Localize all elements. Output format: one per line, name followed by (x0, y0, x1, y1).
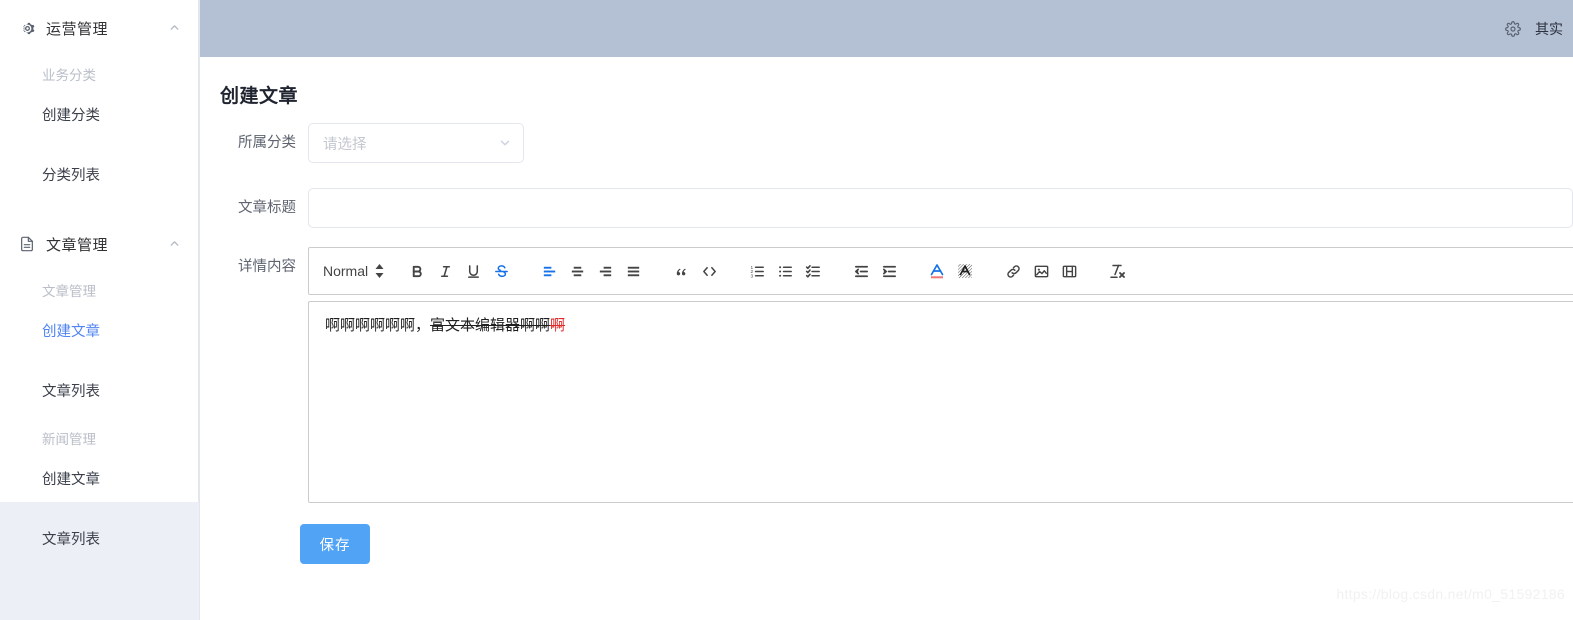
watermark-text: https://blog.csdn.net/m0_51592186 (1336, 586, 1565, 602)
content-label: 详情内容 (238, 259, 296, 275)
italic-icon[interactable] (432, 258, 458, 284)
category-label: 所属分类 (238, 135, 296, 151)
category-select-placeholder: 请选择 (323, 136, 367, 153)
sidebar-group-label: 文章管理 (46, 236, 109, 254)
text-color-icon[interactable] (924, 258, 950, 284)
editor-text-strikethrough: 富文本编辑器啊啊 (430, 317, 551, 334)
bold-icon[interactable] (404, 258, 430, 284)
underline-icon[interactable] (460, 258, 486, 284)
image-icon[interactable] (1028, 258, 1054, 284)
indent-icon[interactable] (876, 258, 902, 284)
document-icon (18, 235, 36, 253)
gear-icon[interactable] (1505, 20, 1521, 37)
category-select[interactable]: 请选择 (308, 123, 524, 163)
sidebar-item-create-category[interactable]: 创建分类 (0, 96, 198, 136)
align-right-icon[interactable] (592, 258, 618, 284)
bullet-list-icon[interactable] (772, 258, 798, 284)
editor-body[interactable]: 啊啊啊啊啊啊，富文本编辑器啊啊啊 (308, 301, 1573, 503)
sidebar-group-label: 运营管理 (46, 20, 109, 38)
sidebar-item-create-article[interactable]: 创建文章 (0, 312, 198, 352)
sort-arrows-icon (374, 263, 385, 279)
align-center-icon[interactable] (564, 258, 590, 284)
editor-text-red: 啊 (550, 317, 566, 334)
blockquote-icon[interactable] (668, 258, 694, 284)
align-left-icon[interactable] (536, 258, 562, 284)
sidebar-subtitle-article-management: 文章管理 (42, 284, 96, 299)
form-row-title: 文章标题 (220, 188, 1573, 228)
outdent-icon[interactable] (848, 258, 874, 284)
user-name-label[interactable]: 其实 (1535, 19, 1563, 39)
ordered-list-icon[interactable]: 1 2 3 (744, 258, 770, 284)
editor-text-plain: 啊啊啊啊啊啊， (325, 317, 431, 334)
header-right-area: 其实 (1505, 19, 1567, 39)
gear-icon (18, 19, 36, 37)
align-justify-icon[interactable] (620, 258, 646, 284)
clear-format-icon[interactable] (1104, 258, 1130, 284)
sidebar-group-articles[interactable]: 文章管理 (0, 216, 198, 272)
editor-paragraph: 啊啊啊啊啊啊，富文本编辑器啊啊啊 (325, 314, 1571, 337)
code-block-icon[interactable] (696, 258, 722, 284)
sidebar-item-article-list[interactable]: 文章列表 (0, 372, 198, 412)
editor-toolbar: Normal 1 2 3 (308, 247, 1573, 295)
form-row-content: 详情内容 Normal 1 2 3 啊啊啊啊啊啊，富文本编辑器啊啊啊 (220, 247, 1573, 503)
sidebar-item-create-news-article[interactable]: 创建文章 (0, 460, 198, 500)
check-list-icon[interactable] (800, 258, 826, 284)
svg-text:3: 3 (750, 273, 753, 279)
strike-icon[interactable] (488, 258, 514, 284)
title-input[interactable] (308, 188, 1573, 228)
link-icon[interactable] (1000, 258, 1026, 284)
format-dropdown-label: Normal (323, 263, 369, 279)
sidebar-group-operations[interactable]: 运营管理 (0, 0, 198, 56)
chevron-down-icon (498, 136, 512, 150)
sidebar-item-category-list[interactable]: 分类列表 (0, 156, 198, 196)
chevron-up-icon[interactable] (168, 237, 182, 251)
background-color-icon[interactable] (952, 258, 978, 284)
rich-text-editor: Normal 1 2 3 啊啊啊啊啊啊，富文本编辑器啊啊啊 (308, 247, 1573, 503)
chevron-up-icon[interactable] (168, 21, 182, 35)
header-bar: 其实 (200, 0, 1573, 57)
sidebar: 运营管理 业务分类 创建分类 分类列表 文章管理 文章管理 创建文章 文章列表 … (0, 0, 200, 620)
form-row-category: 所属分类 请选择 (220, 123, 524, 163)
sidebar-panel: 运营管理 业务分类 创建分类 分类列表 文章管理 文章管理 创建文章 文章列表 … (0, 0, 199, 548)
sidebar-subtitle-news-management: 新闻管理 (42, 432, 96, 447)
app-root: 运营管理 业务分类 创建分类 分类列表 文章管理 文章管理 创建文章 文章列表 … (0, 0, 1573, 620)
save-button[interactable]: 保存 (300, 524, 370, 564)
page-title: 创建文章 (220, 86, 299, 107)
sidebar-item-news-article-list[interactable]: 文章列表 (0, 520, 198, 560)
sidebar-subtitle-business-category: 业务分类 (42, 68, 96, 83)
format-dropdown[interactable]: Normal (323, 263, 385, 279)
video-icon[interactable] (1056, 258, 1082, 284)
title-label: 文章标题 (238, 200, 296, 216)
main-content: 创建文章 所属分类 请选择 文章标题 详情内容 Normal 1 2 3 啊啊啊… (200, 57, 1573, 620)
